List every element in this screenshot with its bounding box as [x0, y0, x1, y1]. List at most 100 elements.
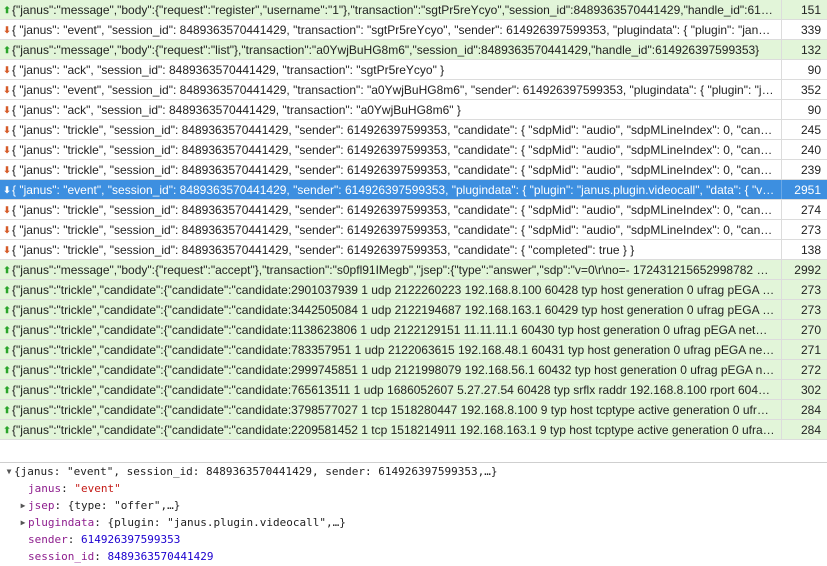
- arrow-down-icon: ⬇: [3, 224, 11, 235]
- frame-message: { "janus": "trickle", "session_id": 8489…: [12, 222, 781, 237]
- property-separator: :: [54, 499, 68, 512]
- frame-row[interactable]: ⬆ {"janus":"trickle","candidate":{"candid…: [0, 420, 827, 440]
- arrow-up-icon: ⬆: [3, 304, 11, 315]
- frame-message: { "janus": "event", "session_id": 848936…: [12, 22, 781, 37]
- frame-row[interactable]: ⬇{ "janus": "trickle", "session_id": 848…: [0, 200, 827, 220]
- property-value: {plugin: "janus.plugin.videocall",…}: [107, 516, 346, 529]
- arrow-down-icon: ⬇: [3, 104, 11, 115]
- frame-length: 240: [781, 140, 827, 159]
- detail-property-jsep[interactable]: ▶ jsep: {type: "offer",…}: [0, 497, 827, 514]
- frame-row[interactable]: ⬆ {"janus":"message","body":{"request":"a…: [0, 260, 827, 280]
- frame-message: { "janus": "ack", "session_id": 84893635…: [12, 102, 461, 117]
- arrow-down-icon: ⬇: [3, 84, 11, 95]
- frame-message: {"janus":"trickle","candidate":{"candida…: [12, 322, 781, 337]
- frame-message: { "janus": "trickle", "session_id": 8489…: [12, 122, 781, 137]
- frame-length: 271: [781, 340, 827, 359]
- frame-row[interactable]: ⬆ {"janus":"trickle","candidate":{"candid…: [0, 360, 827, 380]
- frame-row[interactable]: ⬇{ "janus": "event", "session_id": 84893…: [0, 20, 827, 40]
- property-value: {type: "offer",…}: [67, 499, 181, 512]
- property-value: "event": [74, 482, 121, 495]
- frame-length: 2992: [781, 260, 827, 279]
- property-key: plugindata: [28, 516, 95, 529]
- frame-row[interactable]: ⬆ {"janus":"message","body":{"request":"r…: [0, 0, 827, 20]
- frame-row[interactable]: ⬇{ "janus": "trickle", "session_id": 848…: [0, 140, 827, 160]
- frame-length: 273: [781, 300, 827, 319]
- frame-length: 339: [781, 20, 827, 39]
- arrow-up-icon: ⬆: [3, 284, 11, 295]
- frame-row[interactable]: ⬇{ "janus": "ack", "session_id": 8489363…: [0, 100, 827, 120]
- property-key: session_id: [28, 550, 95, 563]
- detail-property-session-id: session_id: 8489363570441429: [0, 548, 827, 565]
- arrow-up-icon: ⬆: [3, 384, 11, 395]
- frame-row[interactable]: ⬆ {"janus":"trickle","candidate":{"candid…: [0, 400, 827, 420]
- property-separator: :: [67, 533, 81, 546]
- frame-message: {"janus":"message","body":{"request":"re…: [12, 2, 781, 17]
- detail-children: janus: "event" ▶ jsep: {type: "offer",…} ▶ p…: [0, 480, 827, 565]
- frame-row[interactable]: ⬇{ "janus": "event", "session_id": 84893…: [0, 180, 827, 200]
- property-separator: :: [94, 550, 108, 563]
- frame-row[interactable]: ⬆ {"janus":"message","body":{"request":"l…: [0, 40, 827, 60]
- arrow-down-icon: ⬇: [3, 64, 11, 75]
- arrow-up-icon: ⬆: [3, 264, 11, 275]
- frame-message: {"janus":"trickle","candidate":{"candida…: [12, 342, 781, 357]
- frame-message: { "janus": "event", "session_id": 848936…: [12, 82, 781, 97]
- detail-property-plugindata[interactable]: ▶ plugindata: {plugin: "janus.plugin.vide…: [0, 514, 827, 531]
- detail-summary: {janus: "event", session_id: 84893635704…: [14, 465, 498, 478]
- frame-length: 151: [781, 0, 827, 19]
- arrow-down-icon: ⬇: [3, 244, 11, 255]
- triangle-down-icon[interactable]: ▼: [4, 463, 14, 480]
- property-key: jsep: [28, 499, 55, 512]
- frame-message: {"janus":"trickle","candidate":{"candida…: [12, 282, 781, 297]
- property-value: 614926397599353: [81, 533, 181, 546]
- frame-row[interactable]: ⬆ {"janus":"trickle","candidate":{"candid…: [0, 280, 827, 300]
- frame-length: 273: [781, 220, 827, 239]
- arrow-up-icon: ⬆: [3, 324, 11, 335]
- frame-row[interactable]: ⬆ {"janus":"trickle","candidate":{"candid…: [0, 340, 827, 360]
- frame-message: {"janus":"trickle","candidate":{"candida…: [12, 302, 781, 317]
- property-key: sender: [28, 533, 68, 546]
- triangle-right-icon[interactable]: ▶: [18, 514, 28, 531]
- frame-message: {"janus":"message","body":{"request":"li…: [12, 42, 760, 57]
- frame-length: 90: [781, 60, 827, 79]
- arrow-up-icon: ⬆: [3, 364, 11, 375]
- triangle-right-icon[interactable]: ▶: [18, 497, 28, 514]
- property-separator: :: [61, 482, 75, 495]
- property-separator: :: [94, 516, 108, 529]
- arrow-up-icon: ⬆: [3, 44, 11, 55]
- frame-length: 239: [781, 160, 827, 179]
- detail-property-sender: sender: 614926397599353: [0, 531, 827, 548]
- arrow-down-icon: ⬇: [3, 124, 11, 135]
- frame-message: {"janus":"trickle","candidate":{"candida…: [12, 402, 781, 417]
- frame-length: 132: [781, 40, 827, 59]
- arrow-up-icon: ⬆: [3, 404, 11, 415]
- frame-row[interactable]: ⬆ {"janus":"trickle","candidate":{"candid…: [0, 300, 827, 320]
- frame-row[interactable]: ⬇{ "janus": "event", "session_id": 84893…: [0, 80, 827, 100]
- frame-row[interactable]: ⬇{ "janus": "ack", "session_id": 8489363…: [0, 60, 827, 80]
- detail-root-line[interactable]: ▼ {janus: "event", session_id: 848936357…: [0, 463, 827, 480]
- arrow-down-icon: ⬇: [3, 144, 11, 155]
- frame-message: {"janus":"trickle","candidate":{"candida…: [12, 422, 781, 437]
- frame-message: { "janus": "trickle", "session_id": 8489…: [12, 242, 635, 257]
- arrow-up-icon: ⬆: [3, 4, 11, 15]
- frame-length: 138: [781, 240, 827, 259]
- frame-message: {"janus":"trickle","candidate":{"candida…: [12, 362, 781, 377]
- frame-message: { "janus": "trickle", "session_id": 8489…: [12, 142, 781, 157]
- arrow-down-icon: ⬇: [3, 164, 11, 175]
- frame-row[interactable]: ⬇{ "janus": "trickle", "session_id": 848…: [0, 240, 827, 260]
- frame-row[interactable]: ⬆ {"janus":"trickle","candidate":{"candid…: [0, 380, 827, 400]
- arrow-up-icon: ⬆: [3, 344, 11, 355]
- frame-message: {"janus":"trickle","candidate":{"candida…: [12, 382, 781, 397]
- frame-length: 270: [781, 320, 827, 339]
- frame-length: 284: [781, 400, 827, 419]
- frame-length: 2951: [781, 180, 827, 199]
- frame-length: 273: [781, 280, 827, 299]
- frame-row[interactable]: ⬇{ "janus": "trickle", "session_id": 848…: [0, 220, 827, 240]
- frame-row[interactable]: ⬆ {"janus":"trickle","candidate":{"candid…: [0, 320, 827, 340]
- frame-row[interactable]: ⬇{ "janus": "trickle", "session_id": 848…: [0, 120, 827, 140]
- websocket-frames-list: ⬆ {"janus":"message","body":{"request":"r…: [0, 0, 827, 440]
- detail-property-janus: janus: "event": [0, 480, 827, 497]
- frame-length: 245: [781, 120, 827, 139]
- frame-length: 302: [781, 380, 827, 399]
- frame-row[interactable]: ⬇{ "janus": "trickle", "session_id": 848…: [0, 160, 827, 180]
- frame-message: { "janus": "event", "session_id": 848936…: [12, 182, 781, 197]
